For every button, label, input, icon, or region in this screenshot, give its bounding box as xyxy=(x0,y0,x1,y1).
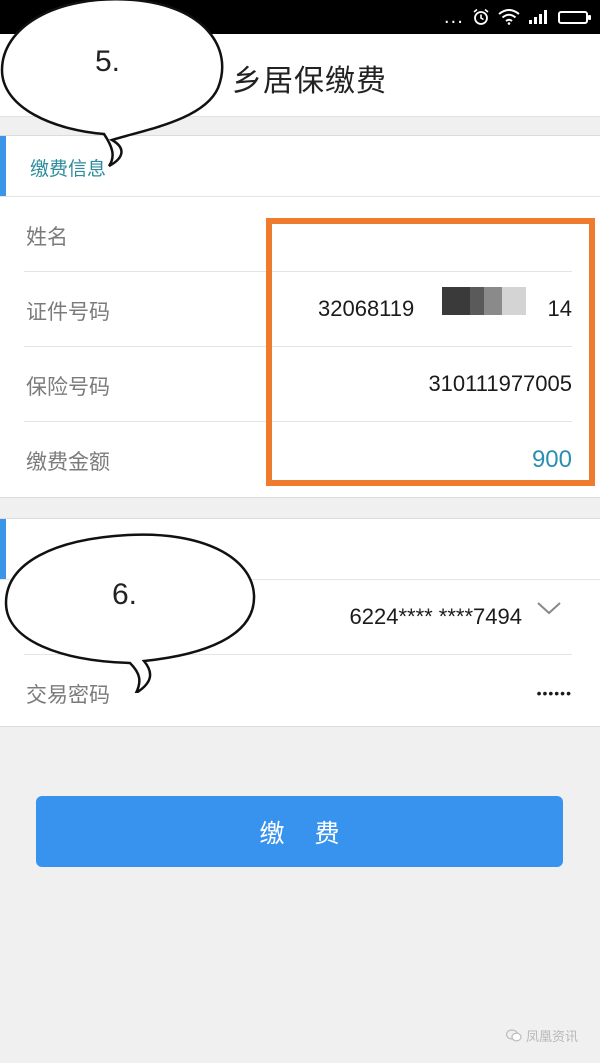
card-number-value: 6224**** ****7494 xyxy=(349,604,523,629)
battery-icon xyxy=(558,10,591,24)
pay-button[interactable]: 缴费 xyxy=(36,796,563,867)
chevron-down-icon[interactable] xyxy=(536,600,562,616)
status-dots: ... xyxy=(443,6,464,28)
callout-6-text: 6. xyxy=(112,578,138,611)
id-number-label: 证件号码 xyxy=(26,300,110,324)
watermark-text: 凤凰资讯 xyxy=(525,1030,578,1045)
password-value[interactable]: •••••• xyxy=(537,685,572,701)
page-title: 乡居保缴费 xyxy=(232,64,387,99)
amount-label: 缴费金额 xyxy=(26,450,110,474)
wechat-icon xyxy=(505,1029,522,1042)
signal-icon xyxy=(529,10,547,24)
insurance-number-label: 保险号码 xyxy=(26,375,110,399)
alarm-icon xyxy=(473,8,489,25)
callout-5-text: 5. xyxy=(95,45,121,78)
callout-bubble-6 xyxy=(4,533,256,693)
name-label: 姓名 xyxy=(26,225,68,249)
status-icons: ... xyxy=(443,5,591,29)
highlight-box xyxy=(266,218,595,486)
callout-bubble-5 xyxy=(0,0,224,168)
wifi-icon xyxy=(498,9,520,25)
watermark: 凤凰资讯 xyxy=(505,1026,578,1045)
